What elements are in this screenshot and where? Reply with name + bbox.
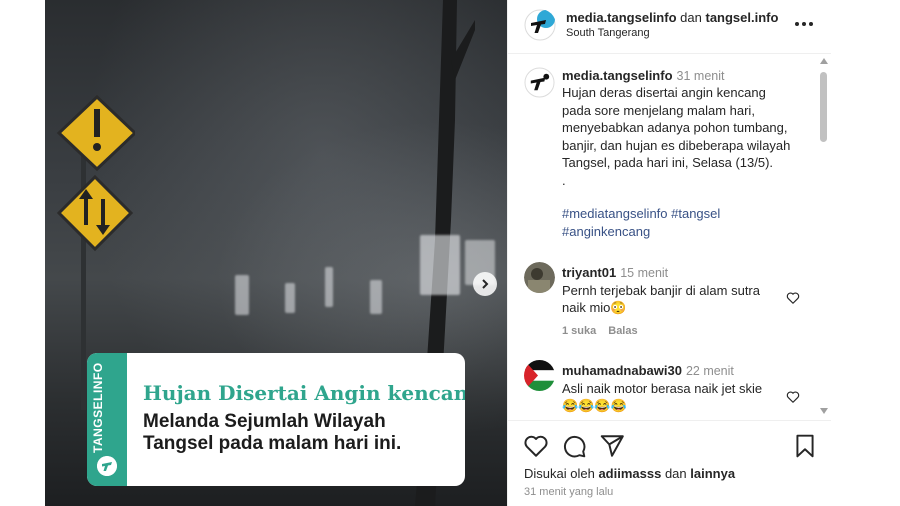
comment-username[interactable]: triyant01 <box>562 265 616 280</box>
comment-text: naik mio😳 <box>562 300 627 315</box>
caption-line: banjir, dan hujan es dibeberapa wilayah <box>562 137 791 153</box>
street-lights <box>195 235 505 335</box>
heart-icon[interactable] <box>523 433 549 459</box>
liked-by-others[interactable]: lainnya <box>690 466 735 481</box>
instagram-post-modal: TANGSELINFO Hujan Disertai Angin kencang… <box>0 0 900 506</box>
more-dot <box>802 22 806 26</box>
road-warning-signs <box>56 95 135 252</box>
caption-line: . <box>562 172 566 188</box>
comment-meta: 1 suka Balas <box>562 325 638 337</box>
liked-by-prefix: Disukai oleh <box>524 466 595 481</box>
header-account-2[interactable]: tangsel.info <box>705 10 778 25</box>
heart-icon[interactable] <box>786 291 800 305</box>
header-account-1[interactable]: media.tangselinfo <box>566 10 677 25</box>
comment-likes[interactable]: 1 suka <box>562 325 596 337</box>
header-location[interactable]: South Tangerang <box>566 27 650 39</box>
comment-avatar[interactable] <box>524 360 555 391</box>
comment-avatar[interactable] <box>524 262 555 293</box>
more-horizontal-icon <box>795 22 799 26</box>
comment-text: Pernh terjebak banjir di alam sutra <box>562 282 760 298</box>
post-video[interactable]: TANGSELINFO Hujan Disertai Angin kencang… <box>45 0 507 506</box>
comment-text: Asli naik motor berasa naik jet skie <box>562 380 763 396</box>
news-banner: TANGSELINFO Hujan Disertai Angin kencang… <box>87 353 465 486</box>
comment-header: muhamadnabawi30 22 menit <box>562 362 734 380</box>
banner-line-1: Melanda Sejumlah Wilayah <box>143 411 386 432</box>
header-title: media.tangselinfo dan tangsel.info <box>566 10 778 25</box>
caption-username[interactable]: media.tangselinfo <box>562 68 673 83</box>
caption-hashtags[interactable]: #anginkencang <box>562 223 650 240</box>
banner-brand-strip: TANGSELINFO <box>87 353 127 486</box>
header-avatar[interactable] <box>524 9 556 41</box>
liked-by-and: dan <box>664 466 687 481</box>
header-connector: dan <box>680 10 702 25</box>
share-icon[interactable] <box>599 433 625 459</box>
more-options-button[interactable] <box>795 16 815 32</box>
post-actions: Disukai oleh adiimasss dan lainnya 31 me… <box>508 420 831 506</box>
banner-title: Hujan Disertai Angin kencang <box>143 381 465 405</box>
caption-hashtags[interactable]: #mediatangselinfo #tangsel <box>562 205 720 222</box>
post-details-panel: media.tangselinfo dan tangsel.info South… <box>507 0 831 506</box>
post-header: media.tangselinfo dan tangsel.info South… <box>508 0 831 54</box>
chevron-right-icon <box>482 279 489 289</box>
comment-header: triyant01 15 menit <box>562 264 668 282</box>
bookmark-icon[interactable] <box>792 433 818 459</box>
caption-time[interactable]: 31 menit <box>677 69 725 83</box>
caption-line: menyebabkan adanya pohon tumbang, <box>562 120 788 135</box>
post-timestamp[interactable]: 31 menit yang lalu <box>524 486 613 498</box>
brand-vertical-text: TANGSELINFO <box>91 362 105 453</box>
next-media-button[interactable] <box>473 272 497 296</box>
comment-time[interactable]: 15 menit <box>620 266 668 280</box>
comment-time[interactable]: 22 menit <box>686 364 734 378</box>
tangselinfo-logo-icon <box>524 9 556 41</box>
user-photo-icon <box>524 262 555 293</box>
caption-line: Tangsel, pada hari ini, Selasa (13/5). <box>562 155 774 170</box>
scroll-down-arrow-icon[interactable] <box>820 408 828 414</box>
comment-text: 😂😂😂😂 <box>562 398 627 413</box>
caption-line: Hujan deras disertai angin kencang <box>562 85 766 100</box>
liked-by-text: Disukai oleh adiimasss dan lainnya <box>524 466 735 481</box>
caption-line: pada sore menjelang malam hari, <box>562 102 755 118</box>
caption-header: media.tangselinfo 31 menit <box>562 67 724 85</box>
more-dot <box>809 22 813 26</box>
tangselinfo-logo-icon <box>97 456 117 476</box>
liked-by-user[interactable]: adiimasss <box>598 466 661 481</box>
tangselinfo-logo-icon <box>524 67 555 98</box>
comment-username[interactable]: muhamadnabawi30 <box>562 363 682 378</box>
heart-icon[interactable] <box>786 390 800 404</box>
comments-scrollbar[interactable] <box>818 56 830 416</box>
scroll-up-arrow-icon[interactable] <box>820 58 828 64</box>
palestine-flag-icon <box>524 360 555 391</box>
comments-list[interactable]: media.tangselinfo 31 menit Hujan deras di… <box>508 55 831 420</box>
comment-icon[interactable] <box>561 433 587 459</box>
caption-avatar[interactable] <box>524 67 555 98</box>
reply-button[interactable]: Balas <box>608 325 637 337</box>
scroll-thumb[interactable] <box>820 72 827 142</box>
banner-line-2: Tangsel pada malam hari ini. <box>143 433 402 454</box>
